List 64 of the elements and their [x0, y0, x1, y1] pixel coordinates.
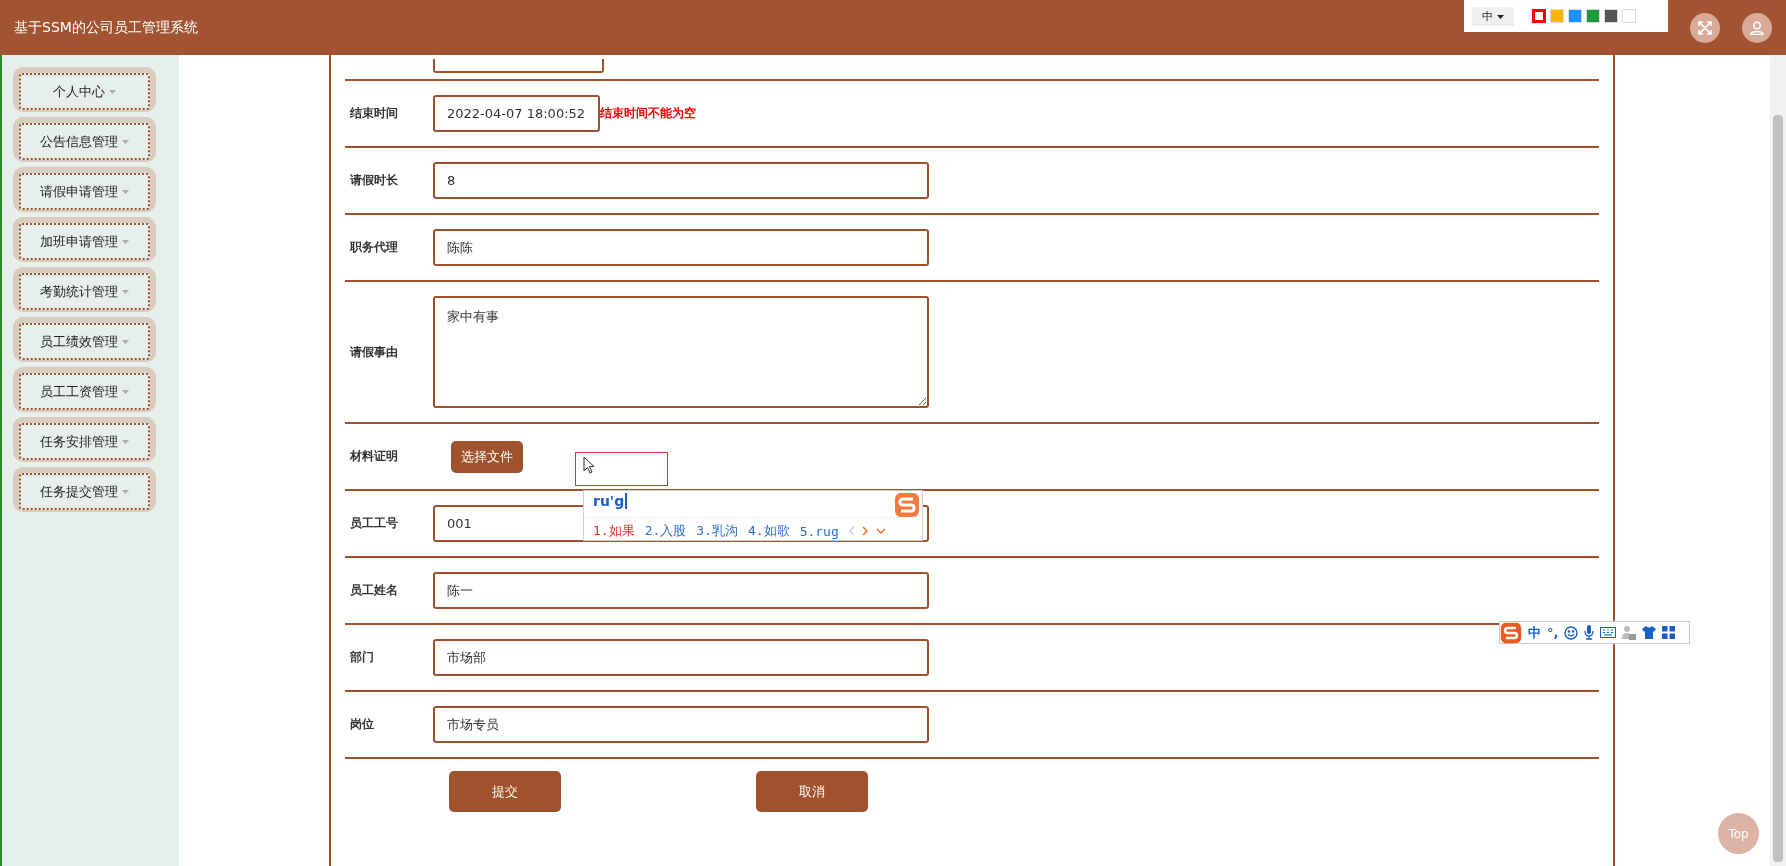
sidebar-menu-item[interactable]: 个人中心: [13, 67, 156, 112]
punctuation-toggle[interactable]: °,: [1547, 625, 1559, 640]
ime-candidate[interactable]: 5.rug: [799, 523, 839, 539]
sidebar-menu-item[interactable]: 考勤统计管理: [13, 267, 156, 312]
field-label: 岗位: [349, 716, 375, 733]
ime-candidate[interactable]: 2.入股: [644, 522, 687, 540]
caret-icon: [122, 489, 129, 494]
sidebar-menu-item[interactable]: 员工工资管理: [13, 367, 156, 412]
caret-icon: [122, 139, 129, 144]
date-field[interactable]: 2022-04-07 18:00:52: [433, 95, 600, 132]
caret-icon: [122, 289, 129, 294]
user-icon: [1750, 20, 1764, 35]
cancel-button[interactable]: 取消: [756, 771, 868, 812]
sogou-logo-icon[interactable]: [1500, 621, 1522, 644]
field-label: 员工姓名: [349, 582, 399, 599]
sidebar-menu-item[interactable]: 加班申请管理: [13, 217, 156, 262]
submit-button[interactable]: 提交: [449, 771, 561, 812]
caret-icon: [122, 189, 129, 194]
user-badge-icon[interactable]: [1622, 625, 1637, 640]
sidebar-menu-item[interactable]: 任务安排管理: [13, 417, 156, 462]
field-label: 材料证明: [349, 448, 399, 465]
ime-candidate[interactable]: 3.乳沟: [696, 522, 738, 540]
microphone-icon[interactable]: [1584, 625, 1595, 640]
sidebar-menu-item[interactable]: 请假申请管理: [13, 167, 156, 212]
input-field[interactable]: 8: [433, 162, 929, 199]
field-label: 部门: [349, 649, 375, 666]
error-message: 结束时间不能为空: [600, 105, 696, 122]
color-swatch[interactable]: [1532, 9, 1546, 23]
field-label: 请假事由: [349, 343, 399, 361]
expand-icon: [1698, 20, 1712, 35]
shirt-icon[interactable]: [1642, 626, 1657, 639]
input-field[interactable]: 陈陈: [433, 229, 929, 266]
ime-candidate[interactable]: 1.如果: [593, 522, 635, 540]
caret-icon: [109, 89, 116, 94]
input-field[interactable]: 市场专员: [433, 706, 929, 743]
caret-icon: [122, 439, 129, 444]
textarea-field[interactable]: 家中有事: [433, 296, 929, 408]
date-field[interactable]: [433, 59, 604, 73]
app-title: 基于SSM的公司员工管理系统: [14, 18, 198, 37]
cursor-icon: [583, 455, 595, 474]
caret-icon: [122, 339, 129, 344]
scrollbar[interactable]: [1770, 55, 1786, 866]
sidebar-menu-item[interactable]: 公告信息管理: [13, 117, 156, 162]
input-field[interactable]: 市场部: [433, 639, 929, 676]
sidebar-menu-item[interactable]: 员工绩效管理: [13, 317, 156, 362]
keyboard-icon[interactable]: [1600, 627, 1617, 638]
field-label: 职务代理: [348, 239, 399, 256]
ime-candidate[interactable]: 4.如歌: [747, 522, 790, 540]
field-label: 请假时长: [349, 172, 399, 189]
file-name-field[interactable]: [575, 451, 668, 486]
smiley-icon[interactable]: [1564, 625, 1579, 640]
caret-icon: [1497, 14, 1504, 19]
caret-icon: [122, 239, 129, 244]
choose-file-button[interactable]: 选择文件: [451, 440, 523, 473]
user-button[interactable]: [1742, 12, 1772, 43]
grid-icon[interactable]: [1662, 626, 1676, 639]
input-field[interactable]: 陈一: [433, 572, 929, 609]
input-mode-toggle[interactable]: 中: [1528, 623, 1541, 642]
language-dropdown[interactable]: 中: [1472, 6, 1514, 26]
field-label: 员工工号: [349, 515, 399, 532]
fullscreen-button[interactable]: [1690, 12, 1720, 43]
field-label: 结束时间: [349, 105, 399, 122]
sidebar-menu-item[interactable]: 任务提交管理: [13, 467, 156, 512]
caret-icon: [122, 389, 129, 394]
